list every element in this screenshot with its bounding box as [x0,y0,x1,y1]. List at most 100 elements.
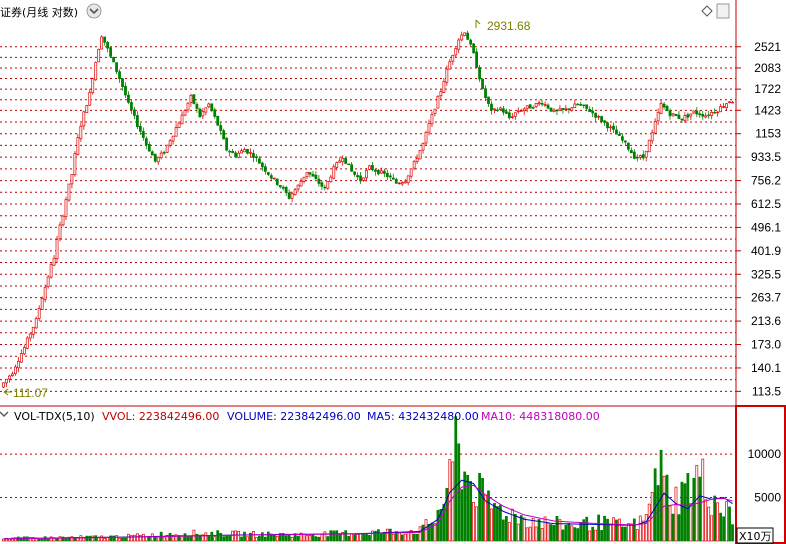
candle-down [109,47,113,57]
volume-bar-up [626,523,630,542]
candle-up [11,373,14,377]
volume-bar-down [368,535,371,542]
candle-up [609,126,612,129]
volume-bar-up [255,536,258,542]
volume-bar-up [644,514,648,542]
diamond-icon[interactable] [701,5,713,17]
candle-down [561,108,565,110]
candle-down [677,114,681,119]
candle-down [540,102,544,105]
candle-down [135,115,139,127]
candle-down [591,110,595,114]
y-tick-label: 1153 [755,127,781,141]
volume-bar-up [635,529,639,542]
volume-bar-down [436,509,440,542]
candle-down [466,32,470,40]
volume-value: VOLUME: 223842496.00 [227,410,361,423]
volume-bar-down [412,533,416,542]
volume-bar-down [222,536,226,542]
candle-up [97,48,101,63]
volume-bar-up [528,526,532,542]
candle-up [442,81,446,93]
candle-up [52,257,56,266]
volume-bar-up [418,526,422,542]
volume-bar-up [433,523,437,542]
candle-down [150,151,154,156]
volume-bar-up [356,534,359,542]
candle-up [249,152,252,154]
chevron-down-icon[interactable] [0,411,9,417]
volume-bar-up [716,502,720,542]
candle-down [266,172,270,175]
volume-bar-up [275,536,279,542]
volume-bar-down [314,536,318,542]
candle-down [219,125,223,131]
candle-up [76,137,80,155]
chart-canvas[interactable]: 证券(月线 对数) 2521 2083 1722 1423 1153 933.5 756.2… [0,0,786,544]
scrollbar-handle[interactable] [716,3,730,19]
candle-up [43,287,47,300]
volume-bar-up [662,475,666,542]
volume-bar-down [463,471,467,542]
indicator-name[interactable]: VOL-TDX(5,10) [14,410,95,423]
candle-up [519,110,523,112]
candle-down [255,156,258,159]
candle-up [207,103,211,108]
candle-up [100,36,104,50]
candle-down [252,152,255,158]
candle-up [70,174,74,185]
candle-up [510,116,514,119]
volume-bar-down [561,529,565,542]
candle-up [493,108,496,111]
volume-bar-down [353,534,357,542]
candle-down [623,140,627,143]
candle-down [385,172,389,177]
candle-up [454,48,458,56]
high-annotation: 2931.68 [475,19,531,33]
candle-up [19,353,23,363]
volume-bar-down [731,524,734,542]
candle-down [320,182,324,187]
volume-bar-down [296,535,300,542]
candle-down [632,151,636,159]
candle-up [421,143,425,151]
candle-down [469,39,473,45]
volume-bar-up [490,508,493,542]
candle-down [153,153,157,162]
candle-down [707,114,711,117]
candle-up [671,113,675,116]
y-tick-label: 401.9 [751,244,781,258]
volume-bar-down [168,532,172,542]
candle-up [439,91,443,97]
volume-bar-up [668,505,672,542]
volume-bar-up [701,458,705,542]
y-tick-label: 933.5 [751,150,781,164]
candle-up [28,333,32,339]
candle-up [415,158,419,162]
price-gridlines [0,46,736,392]
volume-bar-up [385,528,389,542]
candle-up [689,113,693,117]
candle-down [490,103,493,111]
candle-down [567,108,571,111]
volume-unit-box: X10万 [736,527,774,544]
volume-bar-up [141,533,145,542]
volume-bar-down [442,504,446,542]
volume-bar-up [103,538,107,542]
candle-down [127,94,130,103]
volume-bar-down [225,535,229,542]
candle-down [192,94,196,104]
candle-up [412,161,416,169]
candle-up [418,149,422,160]
low-annotation: 111.07 [3,386,48,400]
candle-down [487,96,490,104]
chevron-down-icon[interactable] [86,3,102,19]
candle-down [133,109,136,116]
candle-up [564,108,568,110]
candle-down [231,151,235,154]
candle-down [228,150,232,153]
candle-down [549,107,553,112]
candle-up [296,184,300,190]
candle-down [359,175,362,182]
volume-bar-down [632,518,636,542]
